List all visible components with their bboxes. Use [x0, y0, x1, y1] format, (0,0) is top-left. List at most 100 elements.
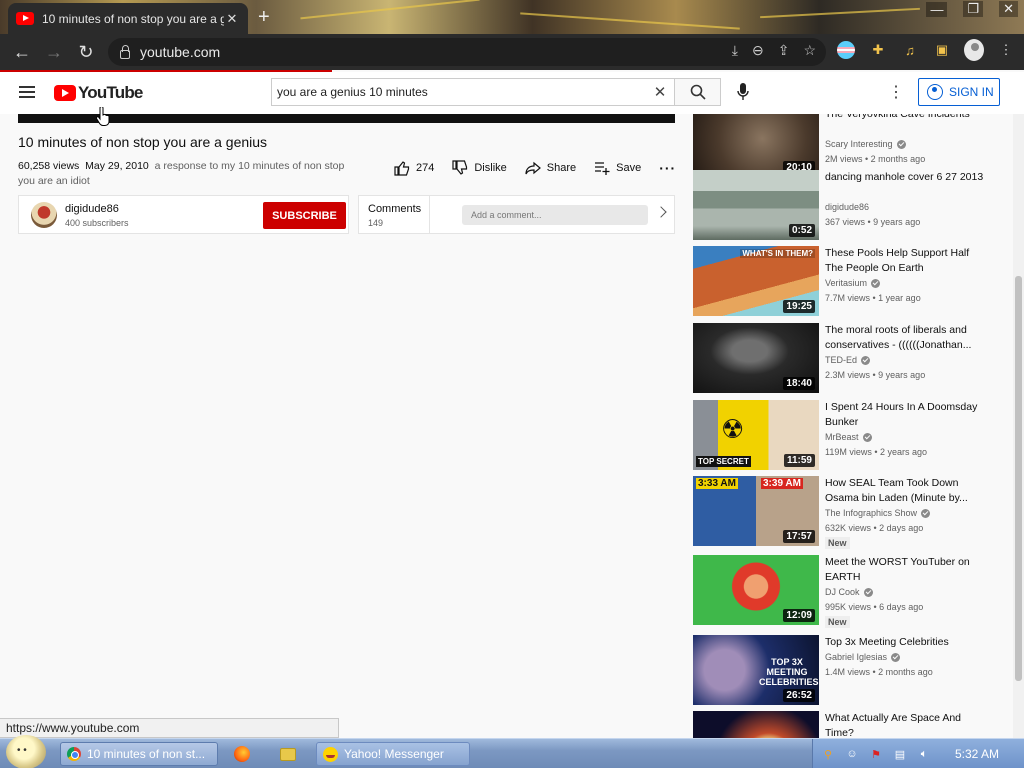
minimize-button[interactable]: — [926, 1, 948, 17]
sign-in-button[interactable]: SIGN IN [918, 78, 1000, 106]
video-thumbnail[interactable]: 0:52 [693, 170, 819, 240]
security-alert-icon[interactable]: ⚑ [869, 747, 883, 761]
pride-flag-extension-icon[interactable] [836, 40, 856, 60]
recommendation-item[interactable]: ☢ TOP SECRET 11:59 I Spent 24 Hours In A… [693, 400, 993, 470]
bookmark-star-icon[interactable]: ☆ [803, 42, 816, 59]
recommendation-channel[interactable]: Gabriel Iglesias [825, 652, 901, 662]
video-thumbnail[interactable]: 20:10 [693, 114, 819, 177]
like-button[interactable]: 274 [394, 160, 434, 176]
back-button[interactable]: ← [6, 36, 38, 68]
address-bar[interactable]: youtube.com ⤓ ⊖ ⇪ ☆ [108, 38, 826, 66]
profile-avatar-icon[interactable] [964, 39, 984, 61]
zoom-icon[interactable]: ⊖ [752, 42, 764, 59]
start-button[interactable]: • • [6, 735, 46, 768]
recommendation-meta: 632K views • 2 days ago [825, 523, 924, 533]
comments-card[interactable]: Comments 149 Add a comment... [358, 195, 675, 234]
windows-taskbar: • • 10 minutes of non st... Yahoo! Messe… [0, 735, 1024, 768]
voice-search-button[interactable] [734, 82, 752, 102]
recommendation-channel[interactable]: Scary Interesting [825, 139, 906, 149]
recommendation-channel[interactable]: The Infographics Show [825, 508, 931, 518]
video-thumbnail[interactable]: WHAT'S IN THEM? 19:25 [693, 246, 819, 316]
video-thumbnail[interactable] [693, 711, 819, 738]
recommendation-channel[interactable]: TED-Ed [825, 355, 871, 365]
recommendation-item[interactable]: 0:52 dancing manhole cover 6 27 2013 dig… [693, 170, 993, 240]
recommendation-title[interactable]: Top 3x Meeting Celebrities [825, 635, 985, 650]
taskbar-chrome-window[interactable]: 10 minutes of non st... [60, 742, 218, 766]
messenger-tray-icon[interactable]: ☺ [845, 747, 859, 761]
more-actions-icon[interactable]: ··· [659, 160, 676, 176]
recommendation-title[interactable]: Meet the WORST YouTuber on EARTH [825, 555, 985, 585]
recommendation-item[interactable]: TOP 3X MEETING CELEBRITIES 26:52 Top 3x … [693, 635, 993, 705]
save-button[interactable]: Save [594, 160, 641, 176]
install-app-icon[interactable]: ⤓ [732, 42, 738, 59]
youtube-logo[interactable]: YouTube [54, 83, 143, 103]
settings-menu-icon[interactable]: ⋮ [888, 82, 904, 102]
recommendation-channel[interactable]: DJ Cook [825, 587, 873, 597]
recommendation-meta: 1.4M views • 2 months ago [825, 667, 933, 677]
volume-icon[interactable]: 🔈︎ [917, 747, 931, 761]
recommendation-item[interactable]: 20:10 The Veryovkina Cave Incidents Scar… [693, 114, 993, 177]
hamburger-menu-icon[interactable] [19, 86, 35, 98]
recommendation-title[interactable]: These Pools Help Support Half The People… [825, 246, 985, 276]
share-page-icon[interactable]: ⇪ [778, 42, 790, 59]
add-comment-input[interactable]: Add a comment... [462, 205, 648, 225]
recommendation-meta: 995K views • 6 days ago [825, 602, 924, 612]
status-bar-url: https://www.youtube.com [0, 718, 339, 738]
browser-menu-icon[interactable]: ⋮ [996, 40, 1016, 60]
duration-badge: 18:40 [783, 377, 815, 390]
firefox-quicklaunch[interactable] [228, 742, 258, 766]
youtube-play-icon [54, 85, 76, 101]
subscribe-button[interactable]: SUBSCRIBE [263, 202, 346, 229]
clear-search-icon[interactable]: ✕ [646, 83, 674, 101]
channel-name-text: MrBeast [825, 432, 859, 442]
recommendation-channel[interactable]: digidude86 [825, 202, 869, 212]
recommendation-title[interactable]: The moral roots of liberals and conserva… [825, 323, 985, 353]
channel-avatar[interactable] [31, 202, 57, 228]
recommendation-item[interactable]: What Actually Are Space And Time? [693, 711, 993, 738]
video-thumbnail[interactable]: ☢ TOP SECRET 11:59 [693, 400, 819, 470]
side-panel-icon[interactable]: ▣ [932, 40, 952, 60]
recommendation-item[interactable]: 12:09 Meet the WORST YouTuber on EARTH D… [693, 555, 993, 628]
folder-icon [280, 747, 296, 761]
recommendation-item[interactable]: WHAT'S IN THEM? 19:25 These Pools Help S… [693, 246, 993, 316]
video-player[interactable] [18, 114, 675, 123]
search-box[interactable]: ✕ [271, 78, 675, 106]
close-window-button[interactable]: ✕ [999, 1, 1018, 17]
share-button[interactable]: Share [525, 160, 576, 176]
chevron-right-icon[interactable] [655, 206, 667, 218]
video-thumbnail[interactable]: TOP 3X MEETING CELEBRITIES 26:52 [693, 635, 819, 705]
maximize-button[interactable]: ❐ [963, 1, 984, 17]
share-arrow-icon [525, 161, 541, 175]
recommendation-channel[interactable]: Veritasium [825, 278, 881, 288]
page-scrollbar[interactable] [1013, 114, 1024, 738]
taskbar-yahoo-messenger[interactable]: Yahoo! Messenger [316, 742, 470, 766]
reload-button[interactable]: ↻ [70, 36, 102, 68]
new-tab-button[interactable]: + [258, 6, 270, 29]
recommendation-title[interactable]: I Spent 24 Hours In A Doomsday Bunker [825, 400, 985, 430]
media-queue-icon[interactable]: ♫ [900, 40, 920, 60]
forward-button[interactable]: → [38, 36, 70, 68]
scrollbar-thumb[interactable] [1015, 276, 1022, 681]
recommendation-item[interactable]: 18:40 The moral roots of liberals and co… [693, 323, 993, 393]
search-button[interactable] [675, 78, 721, 106]
extensions-puzzle-icon[interactable]: ✚ [868, 40, 888, 60]
recommendation-title[interactable]: The Veryovkina Cave Incidents [825, 114, 985, 122]
recommendation-title[interactable]: dancing manhole cover 6 27 2013 [825, 170, 985, 185]
like-count: 274 [416, 162, 435, 174]
lock-icon[interactable] [120, 44, 130, 59]
video-thumbnail[interactable]: 3:33 AM 3:39 AM 17:57 [693, 476, 819, 546]
dislike-button[interactable]: Dislike [452, 160, 507, 176]
search-tray-icon[interactable]: ⚲ [821, 747, 835, 761]
recommendation-item[interactable]: 3:33 AM 3:39 AM 17:57 How SEAL Team Took… [693, 476, 993, 549]
browser-tab-active[interactable]: 10 minutes of non stop you are a genius … [8, 3, 248, 34]
video-thumbnail[interactable]: 18:40 [693, 323, 819, 393]
search-input[interactable] [272, 85, 646, 99]
tab-close-icon[interactable]: ✕ [224, 11, 240, 27]
recommendation-title[interactable]: What Actually Are Space And Time? [825, 711, 985, 738]
network-icon[interactable]: ▤ [893, 747, 907, 761]
recommendation-channel[interactable]: MrBeast [825, 432, 872, 442]
video-thumbnail[interactable]: 12:09 [693, 555, 819, 625]
channel-name[interactable]: digidude86 [65, 203, 119, 215]
folder-quicklaunch[interactable] [274, 742, 304, 766]
recommendation-title[interactable]: How SEAL Team Took Down Osama bin Laden … [825, 476, 985, 506]
